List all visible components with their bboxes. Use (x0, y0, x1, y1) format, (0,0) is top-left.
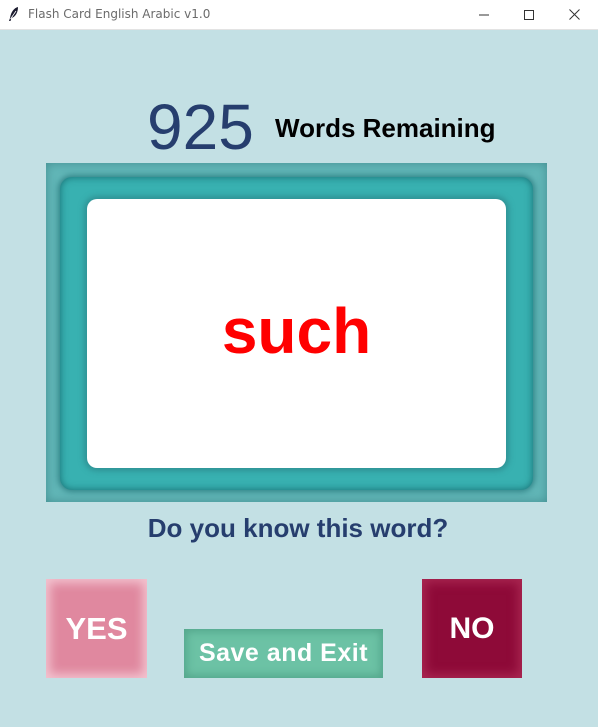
minimize-button[interactable] (461, 0, 507, 29)
save-and-exit-button[interactable]: Save and Exit (184, 629, 383, 678)
title-bar: Flash Card English Arabic v1.0 (0, 0, 598, 30)
card-word: such (221, 294, 372, 367)
close-button[interactable] (551, 0, 597, 29)
flash-card-face: such (87, 199, 506, 468)
flash-card: such (46, 163, 547, 502)
know-word-question: Do you know this word? (147, 513, 449, 543)
close-icon (568, 9, 580, 20)
minimize-icon (479, 10, 489, 20)
words-remaining-label: Words Remaining (275, 113, 496, 143)
maximize-icon (524, 9, 534, 20)
no-button[interactable]: NO (422, 579, 522, 678)
window-title: Flash Card English Arabic v1.0 (28, 7, 211, 21)
maximize-button[interactable] (506, 0, 552, 29)
yes-button[interactable]: YES (46, 579, 147, 678)
feather-icon (7, 6, 21, 22)
flash-card-frame: such (60, 177, 533, 490)
words-remaining-count: 925 (147, 91, 254, 163)
